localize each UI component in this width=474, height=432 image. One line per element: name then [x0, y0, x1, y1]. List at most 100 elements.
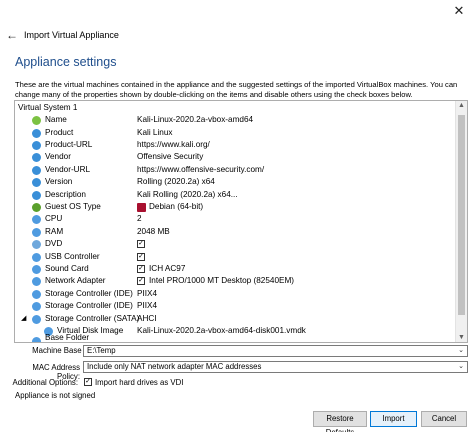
chevron-down-icon[interactable]: ⌄	[458, 346, 464, 356]
version-icon	[32, 178, 41, 188]
dvd-icon	[32, 240, 41, 250]
tree-row-guest-os[interactable]: Guest OS Type Debian (64-bit)	[15, 201, 455, 213]
tree-row-cpu[interactable]: CPU 2	[15, 213, 455, 225]
tree-group-label: Virtual System 1	[18, 103, 78, 112]
ram-icon	[32, 227, 41, 237]
row-checkbox[interactable]: ✓	[137, 265, 145, 273]
usb-icon	[32, 252, 41, 262]
tree-row-sound[interactable]: Sound Card ✓ ICH AC97	[15, 263, 455, 275]
tree-row-value: ICH AC97	[149, 264, 186, 273]
guest-os-icon	[32, 203, 41, 212]
page-description: These are the virtual machines contained…	[15, 80, 458, 99]
tree-row-vendor[interactable]: Vendor Offensive Security	[15, 151, 455, 163]
tree-row-label: Sound Card	[45, 264, 89, 273]
cancel-button[interactable]: Cancel	[421, 411, 467, 427]
tree-row-label: RAM	[45, 226, 64, 236]
tree-row-storage-ide[interactable]: Storage Controller (IDE) PIIX4	[15, 300, 455, 312]
sound-icon	[32, 265, 41, 274]
import-vdi-checkbox[interactable]: ✓	[84, 378, 92, 386]
tree-row-value: Kali Linux	[137, 127, 173, 137]
tree-row-label: Description	[45, 189, 86, 199]
tree-row-ram[interactable]: RAM 2048 MB	[15, 226, 455, 238]
debian-os-icon	[137, 203, 146, 212]
tree-row-value: https://www.offensive-security.com/	[137, 164, 265, 174]
appliance-settings-tree[interactable]: Virtual System 1 Name Kali-Linux-2020.2a-…	[14, 100, 468, 343]
tree-row-label: Storage Controller (SATA)	[45, 313, 140, 323]
tree-row-value: Rolling (2020.2a) x64	[137, 177, 215, 187]
tree-row-product-url[interactable]: Product-URL https://www.kali.org/	[15, 139, 455, 151]
storage-ide-icon	[32, 289, 41, 299]
tree-row-label: Name	[45, 115, 67, 125]
row-checkbox[interactable]: ✓	[137, 240, 145, 249]
tree-row-product[interactable]: Product Kali Linux	[15, 127, 455, 139]
scroll-down-icon[interactable]: ▼	[458, 334, 465, 341]
description-icon	[32, 190, 41, 200]
tree-row-label: Storage Controller (IDE)	[45, 288, 133, 298]
tree-scrollbar[interactable]: ▲ ▼	[455, 101, 467, 342]
tree-row-name[interactable]: Name Kali-Linux-2020.2a-vbox-amd64	[15, 114, 455, 126]
base-folder-value: E:\Temp	[87, 346, 116, 355]
tree-row-label: Vendor-URL	[45, 164, 91, 174]
tree-row-label: Storage Controller (IDE)	[45, 301, 133, 311]
storage-ide-icon	[32, 302, 41, 312]
tree-row-storage-ide[interactable]: Storage Controller (IDE) PIIX4	[15, 288, 455, 300]
network-icon	[32, 277, 41, 287]
tree-row-description[interactable]: Description Kali Rolling (2020.2a) x64...	[15, 189, 455, 201]
tree-row-usb[interactable]: USB Controller ✓	[15, 251, 455, 263]
row-checkbox[interactable]: ✓	[137, 252, 145, 261]
restore-defaults-button[interactable]: Restore Defaults	[313, 411, 367, 432]
tree-row-version[interactable]: Version Rolling (2020.2a) x64	[15, 176, 455, 188]
name-icon	[32, 116, 41, 126]
tree-row-vendor-url[interactable]: Vendor-URL https://www.offensive-security…	[15, 164, 455, 176]
tree-row-value: Intel PRO/1000 MT Desktop (82540EM)	[149, 276, 295, 286]
wizard-header: ← Import Virtual Appliance	[0, 27, 474, 45]
tree-row-value: Debian (64-bit)	[149, 202, 204, 211]
tree-row-value: PIIX4	[137, 288, 158, 298]
tree-row-value: 2048 MB	[137, 226, 170, 236]
scroll-thumb[interactable]	[458, 115, 465, 315]
tree-row-storage-sata[interactable]: ◢ Storage Controller (SATA) AHCI	[15, 313, 455, 325]
wizard-title: Import Virtual Appliance	[24, 30, 119, 40]
tree-row-value: PIIX4	[137, 301, 158, 311]
signature-status: Appliance is not signed	[15, 391, 96, 400]
close-icon[interactable]: ✕	[450, 3, 468, 19]
tree-row-network[interactable]: Network Adapter ✓ Intel PRO/1000 MT Deskto…	[15, 275, 455, 287]
scroll-up-icon[interactable]: ▲	[458, 102, 465, 109]
tree-row-label: Network Adapter	[45, 276, 106, 286]
tree-row-value: Offensive Security	[137, 152, 204, 162]
tree-row-label: Product	[45, 127, 74, 137]
page-title: Appliance settings	[15, 55, 117, 69]
tree-row-value: Kali Rolling (2020.2a) x64...	[137, 189, 238, 199]
tree-row-label: Vendor	[45, 152, 71, 162]
product-url-icon	[32, 141, 41, 150]
tree-row-label: Product-URL	[45, 140, 93, 149]
chevron-down-icon[interactable]: ⌄	[458, 362, 464, 372]
tree-row-label: CPU	[45, 214, 63, 224]
import-button[interactable]: Import	[370, 411, 417, 427]
cpu-icon	[32, 215, 41, 225]
tree-row-label: Base Folder	[45, 333, 90, 342]
tree-group-row[interactable]: Virtual System 1	[15, 102, 455, 114]
tree-row-partial[interactable]: Base Folder	[15, 333, 455, 342]
tree-row-value: AHCI	[137, 313, 157, 323]
vendor-url-icon	[32, 165, 41, 175]
additional-options-label: Additional Options:	[12, 378, 78, 387]
tree-row-dvd[interactable]: DVD ✓	[15, 238, 455, 250]
row-checkbox[interactable]: ✓	[137, 277, 145, 286]
tree-row-label: USB Controller	[45, 251, 100, 261]
window-titlebar: ✕	[0, 0, 474, 22]
collapse-icon[interactable]: ◢	[21, 313, 26, 325]
tree-row-value: 2	[137, 214, 142, 224]
tree-row-label: Version	[45, 177, 73, 187]
tree-row-label: DVD	[45, 239, 63, 249]
storage-sata-icon	[32, 314, 41, 324]
tree-row-label: Guest OS Type	[45, 202, 101, 211]
base-folder-combo[interactable]: E:\Temp ⌄	[83, 345, 468, 357]
mac-policy-value: Include only NAT network adapter MAC add…	[87, 362, 262, 371]
mac-policy-combo[interactable]: Include only NAT network adapter MAC add…	[83, 361, 468, 373]
tree-row-value: https://www.kali.org/	[137, 140, 210, 149]
tree-row-value: Kali-Linux-2020.2a-vbox-amd64	[137, 115, 254, 125]
import-vdi-label[interactable]: Import hard drives as VDI	[95, 378, 183, 387]
back-arrow-icon[interactable]: ←	[6, 28, 18, 42]
folder-icon	[32, 337, 41, 342]
